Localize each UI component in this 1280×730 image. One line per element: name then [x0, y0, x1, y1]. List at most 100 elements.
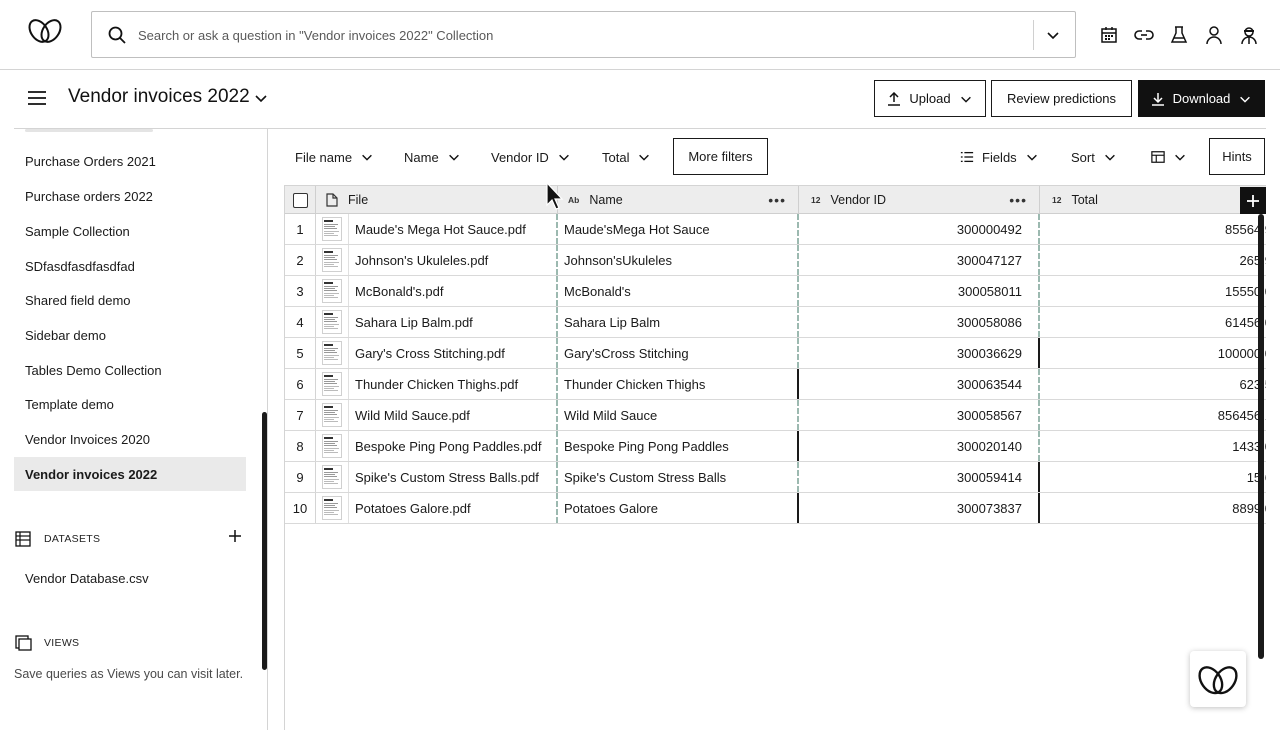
vendor-id-cell[interactable]: 300047127: [799, 245, 1040, 275]
agent-icon[interactable]: [1238, 24, 1260, 46]
total-cell[interactable]: 85564.9: [1040, 214, 1266, 244]
vendor-id-cell[interactable]: 300063544: [799, 369, 1040, 399]
total-cell[interactable]: 265.9: [1040, 245, 1266, 275]
sidebar-scrollbar[interactable]: [262, 412, 267, 670]
name-cell[interactable]: Potatoes Galore: [558, 493, 799, 523]
user-icon[interactable]: [1203, 24, 1225, 46]
table-row[interactable]: 8 Bespoke Ping Pong Paddles.pdf Bespoke Pi…: [285, 431, 1266, 462]
sidebar-item-template-demo[interactable]: Template demo: [14, 387, 246, 421]
table-row[interactable]: 7 Wild Mild Sauce.pdf Wild Mild Sauce 30005…: [285, 400, 1266, 431]
sidebar-item-sdfasdf[interactable]: SDfasdfasdfasdfad: [14, 249, 246, 283]
table-row[interactable]: 5 Gary's Cross Stitching.pdf Gary'sCross S…: [285, 338, 1266, 369]
calendar-icon[interactable]: [1098, 24, 1120, 46]
total-cell[interactable]: 15550.0: [1040, 276, 1266, 306]
file-cell[interactable]: Spike's Custom Stress Balls.pdf: [349, 462, 558, 492]
file-cell[interactable]: Maude's Mega Hot Sauce.pdf: [349, 214, 558, 244]
add-column-button[interactable]: [1240, 187, 1266, 214]
file-cell[interactable]: Wild Mild Sauce.pdf: [349, 400, 558, 430]
sidebar-item-purchase-orders-2021[interactable]: Purchase Orders 2021: [14, 144, 246, 178]
sidebar-item-tables-demo[interactable]: Tables Demo Collection: [14, 353, 246, 387]
total-column-header[interactable]: 12 Total: [1040, 186, 1266, 214]
table-row[interactable]: 3 McBonald's.pdfMcBonald's30005801115550.…: [285, 276, 1266, 307]
lab-flask-icon[interactable]: [1168, 24, 1190, 46]
sidebar-item-vendor-invoices-2020[interactable]: Vendor Invoices 2020: [14, 422, 246, 456]
sidebar-item-sample-collection[interactable]: Sample Collection: [14, 214, 246, 248]
name-cell[interactable]: Sahara Lip Balm: [558, 307, 799, 337]
document-thumbnail[interactable]: [316, 493, 349, 523]
file-cell[interactable]: Sahara Lip Balm.pdf: [349, 307, 558, 337]
vendor-id-cell[interactable]: 300020140: [799, 431, 1040, 461]
search-chevron-down-icon[interactable]: [1045, 27, 1061, 43]
file-name-filter[interactable]: File name: [295, 146, 374, 168]
fields-button[interactable]: Fields: [960, 146, 1039, 168]
table-scrollbar[interactable]: [1258, 214, 1264, 659]
vendor-id-cell[interactable]: 300000492: [799, 214, 1040, 244]
name-cell[interactable]: Thunder Chicken Thighs: [558, 369, 799, 399]
hamburger-menu-icon[interactable]: [26, 88, 48, 108]
vendor-id-cell[interactable]: 300073837: [799, 493, 1040, 523]
document-thumbnail[interactable]: [316, 214, 349, 244]
file-cell[interactable]: McBonald's.pdf: [349, 276, 558, 306]
table-row[interactable]: 2 Johnson's Ukuleles.pdf Johnson'sUkuleles…: [285, 245, 1266, 276]
name-cell[interactable]: Bespoke Ping Pong Paddles: [558, 431, 799, 461]
name-cell[interactable]: Spike's Custom Stress Balls: [558, 462, 799, 492]
sidebar-item-purchase-orders-2022[interactable]: Purchase orders 2022: [14, 179, 246, 213]
document-thumbnail[interactable]: [316, 245, 349, 275]
total-cell[interactable]: 1433.0: [1040, 431, 1266, 461]
file-cell[interactable]: Potatoes Galore.pdf: [349, 493, 558, 523]
table-row[interactable]: 9 Spike's Custom Stress Balls.pdf Spike's …: [285, 462, 1266, 493]
collection-chevron-down-icon[interactable]: [253, 90, 269, 106]
document-thumbnail[interactable]: [316, 400, 349, 430]
hints-button[interactable]: Hints: [1209, 138, 1265, 175]
file-column-header[interactable]: File: [316, 186, 558, 214]
sort-button[interactable]: Sort: [1071, 146, 1117, 168]
download-button[interactable]: Download: [1138, 80, 1265, 117]
total-cell[interactable]: 15.6: [1040, 462, 1266, 492]
name-filter[interactable]: Name: [404, 146, 461, 168]
sidebar-item-sidebar-demo[interactable]: Sidebar demo: [14, 318, 246, 352]
total-filter[interactable]: Total: [602, 146, 651, 168]
sidebar-item-shared-field-demo[interactable]: Shared field demo: [14, 283, 246, 317]
name-cell[interactable]: Johnson'sUkuleles: [558, 245, 799, 275]
vendor-id-filter[interactable]: Vendor ID: [491, 146, 571, 168]
table-row[interactable]: 4 Sahara Lip Balm.pdf Sahara Lip Balm 30005…: [285, 307, 1266, 338]
name-cell[interactable]: Gary'sCross Stitching: [558, 338, 799, 368]
file-cell[interactable]: Johnson's Ukuleles.pdf: [349, 245, 558, 275]
search-box[interactable]: [91, 11, 1076, 58]
total-cell[interactable]: 8899.0: [1040, 493, 1266, 523]
select-all-checkbox[interactable]: [292, 192, 308, 208]
file-cell[interactable]: Thunder Chicken Thighs.pdf: [349, 369, 558, 399]
document-thumbnail[interactable]: [316, 307, 349, 337]
vendor-id-cell[interactable]: 300058567: [799, 400, 1040, 430]
layout-toggle-button[interactable]: [1151, 146, 1187, 168]
document-thumbnail[interactable]: [316, 338, 349, 368]
table-row[interactable]: 10 Potatoes Galore.pdf Potatoes Galore 3000…: [285, 493, 1266, 524]
search-input[interactable]: [138, 22, 1018, 48]
name-column-more-icon[interactable]: •••: [768, 192, 786, 208]
vendor-id-cell[interactable]: 300058011: [799, 276, 1040, 306]
table-row[interactable]: 1 Maude's Mega Hot Sauce.pdf Maude'sMega H…: [285, 214, 1266, 245]
sidebar-item-vendor-invoices-2022[interactable]: Vendor invoices 2022: [14, 457, 246, 491]
review-predictions-button[interactable]: Review predictions: [991, 80, 1132, 117]
assistant-chat-button[interactable]: [1190, 651, 1246, 707]
vendor-id-cell[interactable]: 300059414: [799, 462, 1040, 492]
add-dataset-plus-icon[interactable]: [228, 529, 242, 543]
link-icon[interactable]: [1133, 24, 1155, 46]
total-cell[interactable]: 61456.0: [1040, 307, 1266, 337]
document-thumbnail[interactable]: [316, 462, 349, 492]
document-thumbnail[interactable]: [316, 369, 349, 399]
total-cell[interactable]: 100000.0: [1040, 338, 1266, 368]
upload-button[interactable]: Upload: [874, 80, 986, 117]
name-cell[interactable]: McBonald's: [558, 276, 799, 306]
more-filters-button[interactable]: More filters: [673, 138, 768, 175]
sidebar-item-vendor-database[interactable]: Vendor Database.csv: [14, 561, 246, 595]
vendor-id-cell[interactable]: 300058086: [799, 307, 1040, 337]
name-cell[interactable]: Wild Mild Sauce: [558, 400, 799, 430]
collection-title[interactable]: Vendor invoices 2022: [68, 86, 250, 108]
document-thumbnail[interactable]: [316, 276, 349, 306]
name-column-header[interactable]: Ab Name •••: [558, 186, 799, 214]
document-thumbnail[interactable]: [316, 431, 349, 461]
file-cell[interactable]: Gary's Cross Stitching.pdf: [349, 338, 558, 368]
total-cell[interactable]: 856456.1: [1040, 400, 1266, 430]
file-cell[interactable]: Bespoke Ping Pong Paddles.pdf: [349, 431, 558, 461]
